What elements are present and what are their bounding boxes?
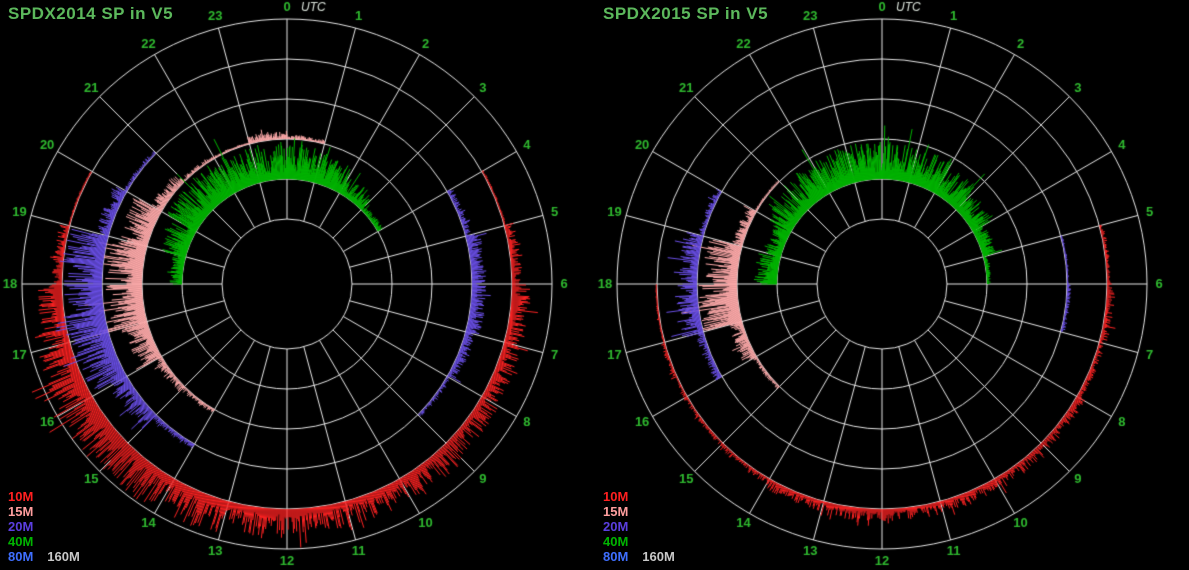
- legend-item-160M: 160M: [47, 549, 80, 564]
- legend-item-15M: 15M: [8, 504, 33, 519]
- legend-row: 40M: [8, 534, 80, 549]
- legend-row: 10M: [8, 489, 80, 504]
- polar-chart-canvas-2015: [595, 0, 1189, 570]
- legend-row: 80M 160M: [603, 549, 675, 564]
- band-legend-2014: 10M15M20M40M80M 160M: [8, 489, 80, 564]
- legend-row: 80M 160M: [8, 549, 80, 564]
- legend-item-40M: 40M: [603, 534, 628, 549]
- chart-title-2015: SPDX2015 SP in V5: [603, 4, 768, 24]
- chart-title-2014: SPDX2014 SP in V5: [8, 4, 173, 24]
- legend-item-10M: 10M: [8, 489, 33, 504]
- legend-item-80M: 80M: [603, 549, 628, 564]
- band-legend-2015: 10M15M20M40M80M 160M: [603, 489, 675, 564]
- legend-item-40M: 40M: [8, 534, 33, 549]
- legend-row: 15M: [603, 504, 675, 519]
- legend-row: 20M: [8, 519, 80, 534]
- legend-item-20M: 20M: [603, 519, 628, 534]
- legend-row: 15M: [8, 504, 80, 519]
- legend-item-10M: 10M: [603, 489, 628, 504]
- legend-row: 20M: [603, 519, 675, 534]
- legend-row: 10M: [603, 489, 675, 504]
- legend-item-15M: 15M: [603, 504, 628, 519]
- legend-item-80M: 80M: [8, 549, 33, 564]
- page: { "app": { "background": "#000000", "gri…: [0, 0, 1189, 570]
- legend-item-20M: 20M: [8, 519, 33, 534]
- chart-spdx2014: SPDX2014 SP in V5 10M15M20M40M80M 160M: [0, 0, 594, 570]
- legend-item-160M: 160M: [642, 549, 675, 564]
- chart-spdx2015: SPDX2015 SP in V5 10M15M20M40M80M 160M: [595, 0, 1189, 570]
- polar-chart-canvas-2014: [0, 0, 594, 570]
- legend-row: 40M: [603, 534, 675, 549]
- charts-row: SPDX2014 SP in V5 10M15M20M40M80M160M SP…: [0, 0, 1189, 570]
